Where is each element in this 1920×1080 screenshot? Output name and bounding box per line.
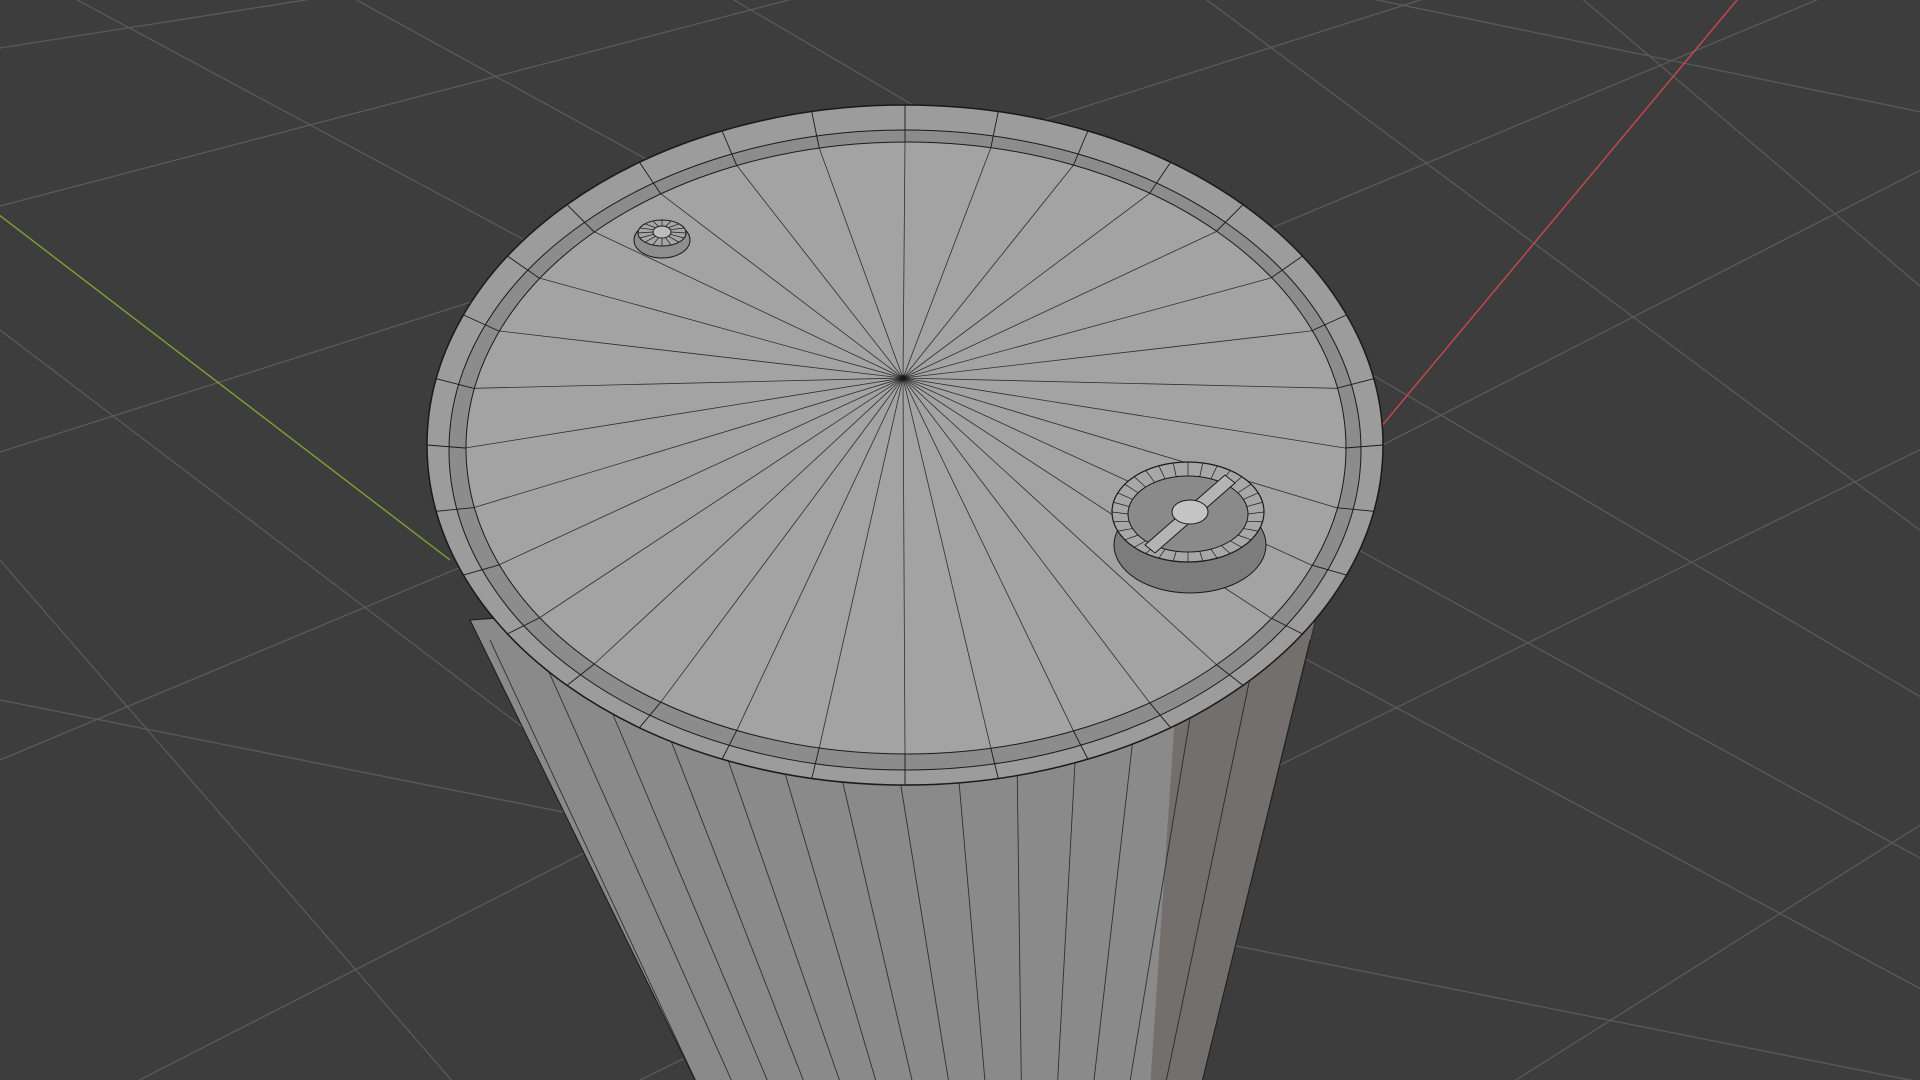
x-axis-line (1369, 0, 1738, 441)
barrel-mesh[interactable] (426, 104, 1384, 1080)
bung-cap (1111, 461, 1267, 594)
vent-cap (633, 219, 691, 259)
lid-center-vertex (900, 375, 906, 381)
grid-line (1373, 0, 1920, 113)
grid-line (0, 559, 453, 1080)
barrel-lid (426, 104, 1384, 786)
3d-viewport[interactable] (0, 0, 1920, 1080)
grid-line (0, 0, 310, 49)
grid-line (1582, 0, 1920, 287)
grid-line (1514, 824, 1920, 1080)
bung-center (1171, 499, 1209, 525)
y-axis-line (0, 214, 451, 561)
vent-center (652, 225, 672, 239)
